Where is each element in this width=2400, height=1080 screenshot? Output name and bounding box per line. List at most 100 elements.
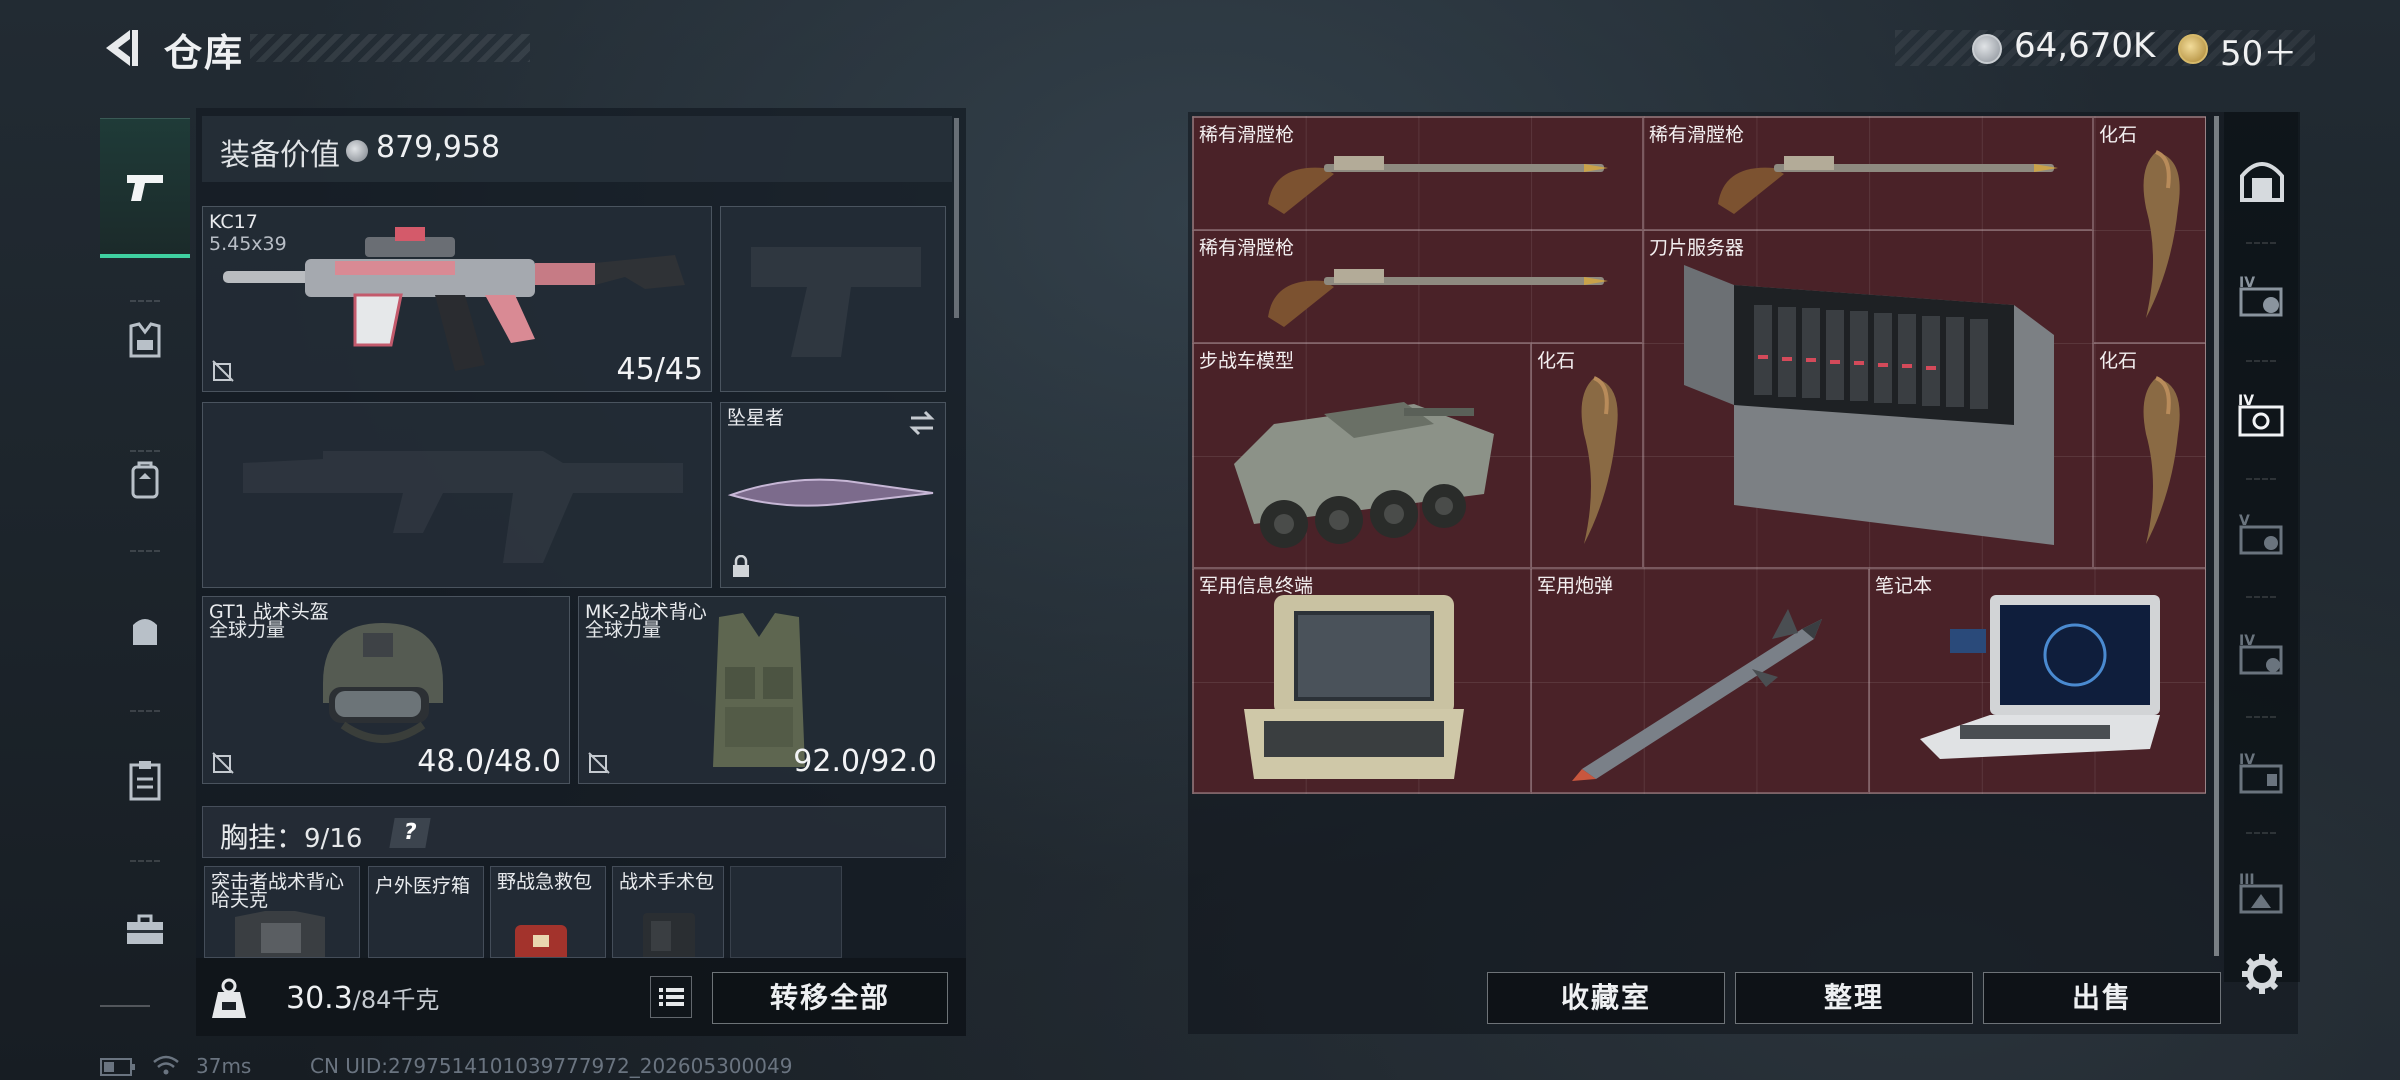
helmet-faction: 全球力量 xyxy=(209,619,286,641)
musket-image xyxy=(1268,156,1608,214)
secondary-weapon-slot-empty[interactable] xyxy=(202,402,712,588)
back-button[interactable] xyxy=(96,22,148,74)
category-sidebar xyxy=(100,110,190,1010)
chest-rig-label: 胸挂：9/16 xyxy=(220,816,362,856)
rig-item-slot[interactable]: 突击者战术背心 哈夫克 xyxy=(204,866,360,958)
currency-secondary: 50＋ xyxy=(2220,34,2298,74)
max-weight: /84千克 xyxy=(352,986,440,1014)
battery-icon xyxy=(100,1058,135,1076)
primary-weapon-slot[interactable]: KC17 5.45x39 45/45 xyxy=(202,206,712,392)
ammo-count: 45/45 xyxy=(616,352,703,387)
pistol-icon xyxy=(127,174,163,201)
user-uid: CN UID:2797514101039777972_202605300049 xyxy=(310,1054,793,1078)
stash-item[interactable]: 稀有滑膛枪 xyxy=(1643,117,2093,230)
sidearm-slot-empty[interactable] xyxy=(720,206,946,392)
stash-item[interactable]: 化石 xyxy=(1531,343,1643,568)
no-insurance-icon xyxy=(212,360,234,382)
item-name: 化石 xyxy=(1537,350,1576,372)
title-stripe xyxy=(250,34,530,62)
armor-durability: 92.0/92.0 xyxy=(793,744,937,779)
stash-tab-4a[interactable]: IV xyxy=(2224,245,2300,345)
stash-tab-5[interactable]: V xyxy=(2224,483,2300,583)
stash-item[interactable]: 刀片服务器 xyxy=(1643,230,2093,568)
no-insurance-icon xyxy=(212,752,234,774)
rig-item-name: 野战急救包 xyxy=(497,871,593,893)
rig-item-slot[interactable]: 户外医疗箱 xyxy=(368,866,484,958)
list-icon xyxy=(659,988,684,1006)
armor-slot[interactable]: MK-2战术背心 全球力量 92.0/92.0 xyxy=(578,596,946,784)
clipboard-icon xyxy=(129,761,161,801)
settings-button[interactable] xyxy=(2240,952,2284,996)
sell-button[interactable]: 出售 xyxy=(1983,972,2221,1024)
gold-token-icon xyxy=(2178,34,2208,64)
fossil-claw-image xyxy=(1581,376,1618,544)
category-weapons[interactable] xyxy=(100,118,190,258)
help-button[interactable]: ? xyxy=(389,818,431,848)
gear-icon xyxy=(2242,954,2282,994)
chest-rig-title: 胸挂： xyxy=(220,821,305,854)
musket-image xyxy=(1718,156,2058,214)
melee-name: 坠星者 xyxy=(727,407,785,429)
swap-icon xyxy=(909,410,935,436)
gt1-helmet-image xyxy=(323,623,443,743)
coin-icon xyxy=(346,140,368,162)
stash-item[interactable]: 稀有滑膛枪 xyxy=(1193,117,1643,230)
assault-vest-image xyxy=(235,911,325,957)
stash-tab-4b-active[interactable]: IV xyxy=(2224,364,2300,464)
stash-tab-4c-icon: IV xyxy=(2239,633,2283,675)
rig-item-slot[interactable]: 野战急救包 xyxy=(490,866,606,958)
wifi-icon xyxy=(153,1055,179,1075)
sort-button[interactable]: 整理 xyxy=(1735,972,1973,1024)
item-name: 化石 xyxy=(2099,124,2138,146)
stash-tab-4a-icon: IV xyxy=(2239,275,2283,317)
stash-tab-safe[interactable] xyxy=(2224,130,2300,230)
stash-tab-3[interactable]: III xyxy=(2224,842,2300,942)
category-toolbox[interactable] xyxy=(100,860,190,1000)
rig-item-slot-empty[interactable] xyxy=(730,866,842,958)
helmet-durability: 48.0/48.0 xyxy=(417,744,561,779)
category-backpack[interactable] xyxy=(100,410,190,550)
ping-value: 37ms xyxy=(196,1054,252,1078)
collection-room-button[interactable]: 收藏室 xyxy=(1487,972,1725,1024)
current-weight: 30.3 xyxy=(286,981,353,1016)
artillery-shell-image xyxy=(1572,609,1822,781)
stash-item[interactable]: 化石 xyxy=(2093,117,2206,343)
category-bag[interactable] xyxy=(100,560,190,700)
stash-item[interactable]: 笔记本 xyxy=(1869,568,2206,793)
bag-icon xyxy=(133,619,157,645)
transfer-all-button[interactable]: 转移全部 xyxy=(712,972,948,1024)
stash-tab-4d[interactable]: IV xyxy=(2224,722,2300,822)
loadout-scrollbar[interactable] xyxy=(954,118,959,318)
stash-item[interactable]: 步战车模型 xyxy=(1193,343,1531,568)
separator xyxy=(2246,596,2276,598)
separator xyxy=(2246,360,2276,362)
category-clipboard[interactable] xyxy=(100,710,190,850)
surgery-kit-image xyxy=(643,913,695,957)
rig-item-name: 户外医疗箱 xyxy=(375,875,471,897)
separator xyxy=(100,1005,150,1007)
melee-slot[interactable]: 坠星者 xyxy=(720,402,946,588)
category-helmet[interactable] xyxy=(100,270,190,410)
stash-item[interactable]: 军用炮弹 xyxy=(1531,568,1869,793)
rig-item-slot[interactable]: 战术手术包 xyxy=(612,866,724,958)
vest-icon xyxy=(129,322,161,358)
stash-item[interactable]: 化石 xyxy=(2093,343,2206,568)
back-arrow-icon xyxy=(106,30,138,66)
stash-item[interactable]: 稀有滑膛枪 xyxy=(1193,230,1643,343)
armor-faction: 全球力量 xyxy=(585,619,662,641)
safe-room-icon xyxy=(2240,162,2284,202)
list-view-button[interactable] xyxy=(650,976,692,1018)
stash-tab-4b-icon: IV xyxy=(2238,393,2284,437)
laptop-image xyxy=(1920,595,2160,759)
weight-icon xyxy=(212,978,246,1018)
helmet-slot[interactable]: GT1 战术头盔 全球力量 48.0/48.0 xyxy=(202,596,570,784)
separator xyxy=(2246,716,2276,718)
stash-scrollbar[interactable] xyxy=(2214,116,2219,956)
blade-server-image xyxy=(1684,265,2054,545)
pistol-silhouette-icon xyxy=(751,247,921,357)
fossil-claw-image xyxy=(2143,150,2180,318)
stash-tab-4c[interactable]: IV xyxy=(2224,603,2300,703)
star-falling-knife-image xyxy=(727,478,934,507)
separator xyxy=(2246,832,2276,834)
stash-item[interactable]: 军用信息终端 xyxy=(1193,568,1531,793)
